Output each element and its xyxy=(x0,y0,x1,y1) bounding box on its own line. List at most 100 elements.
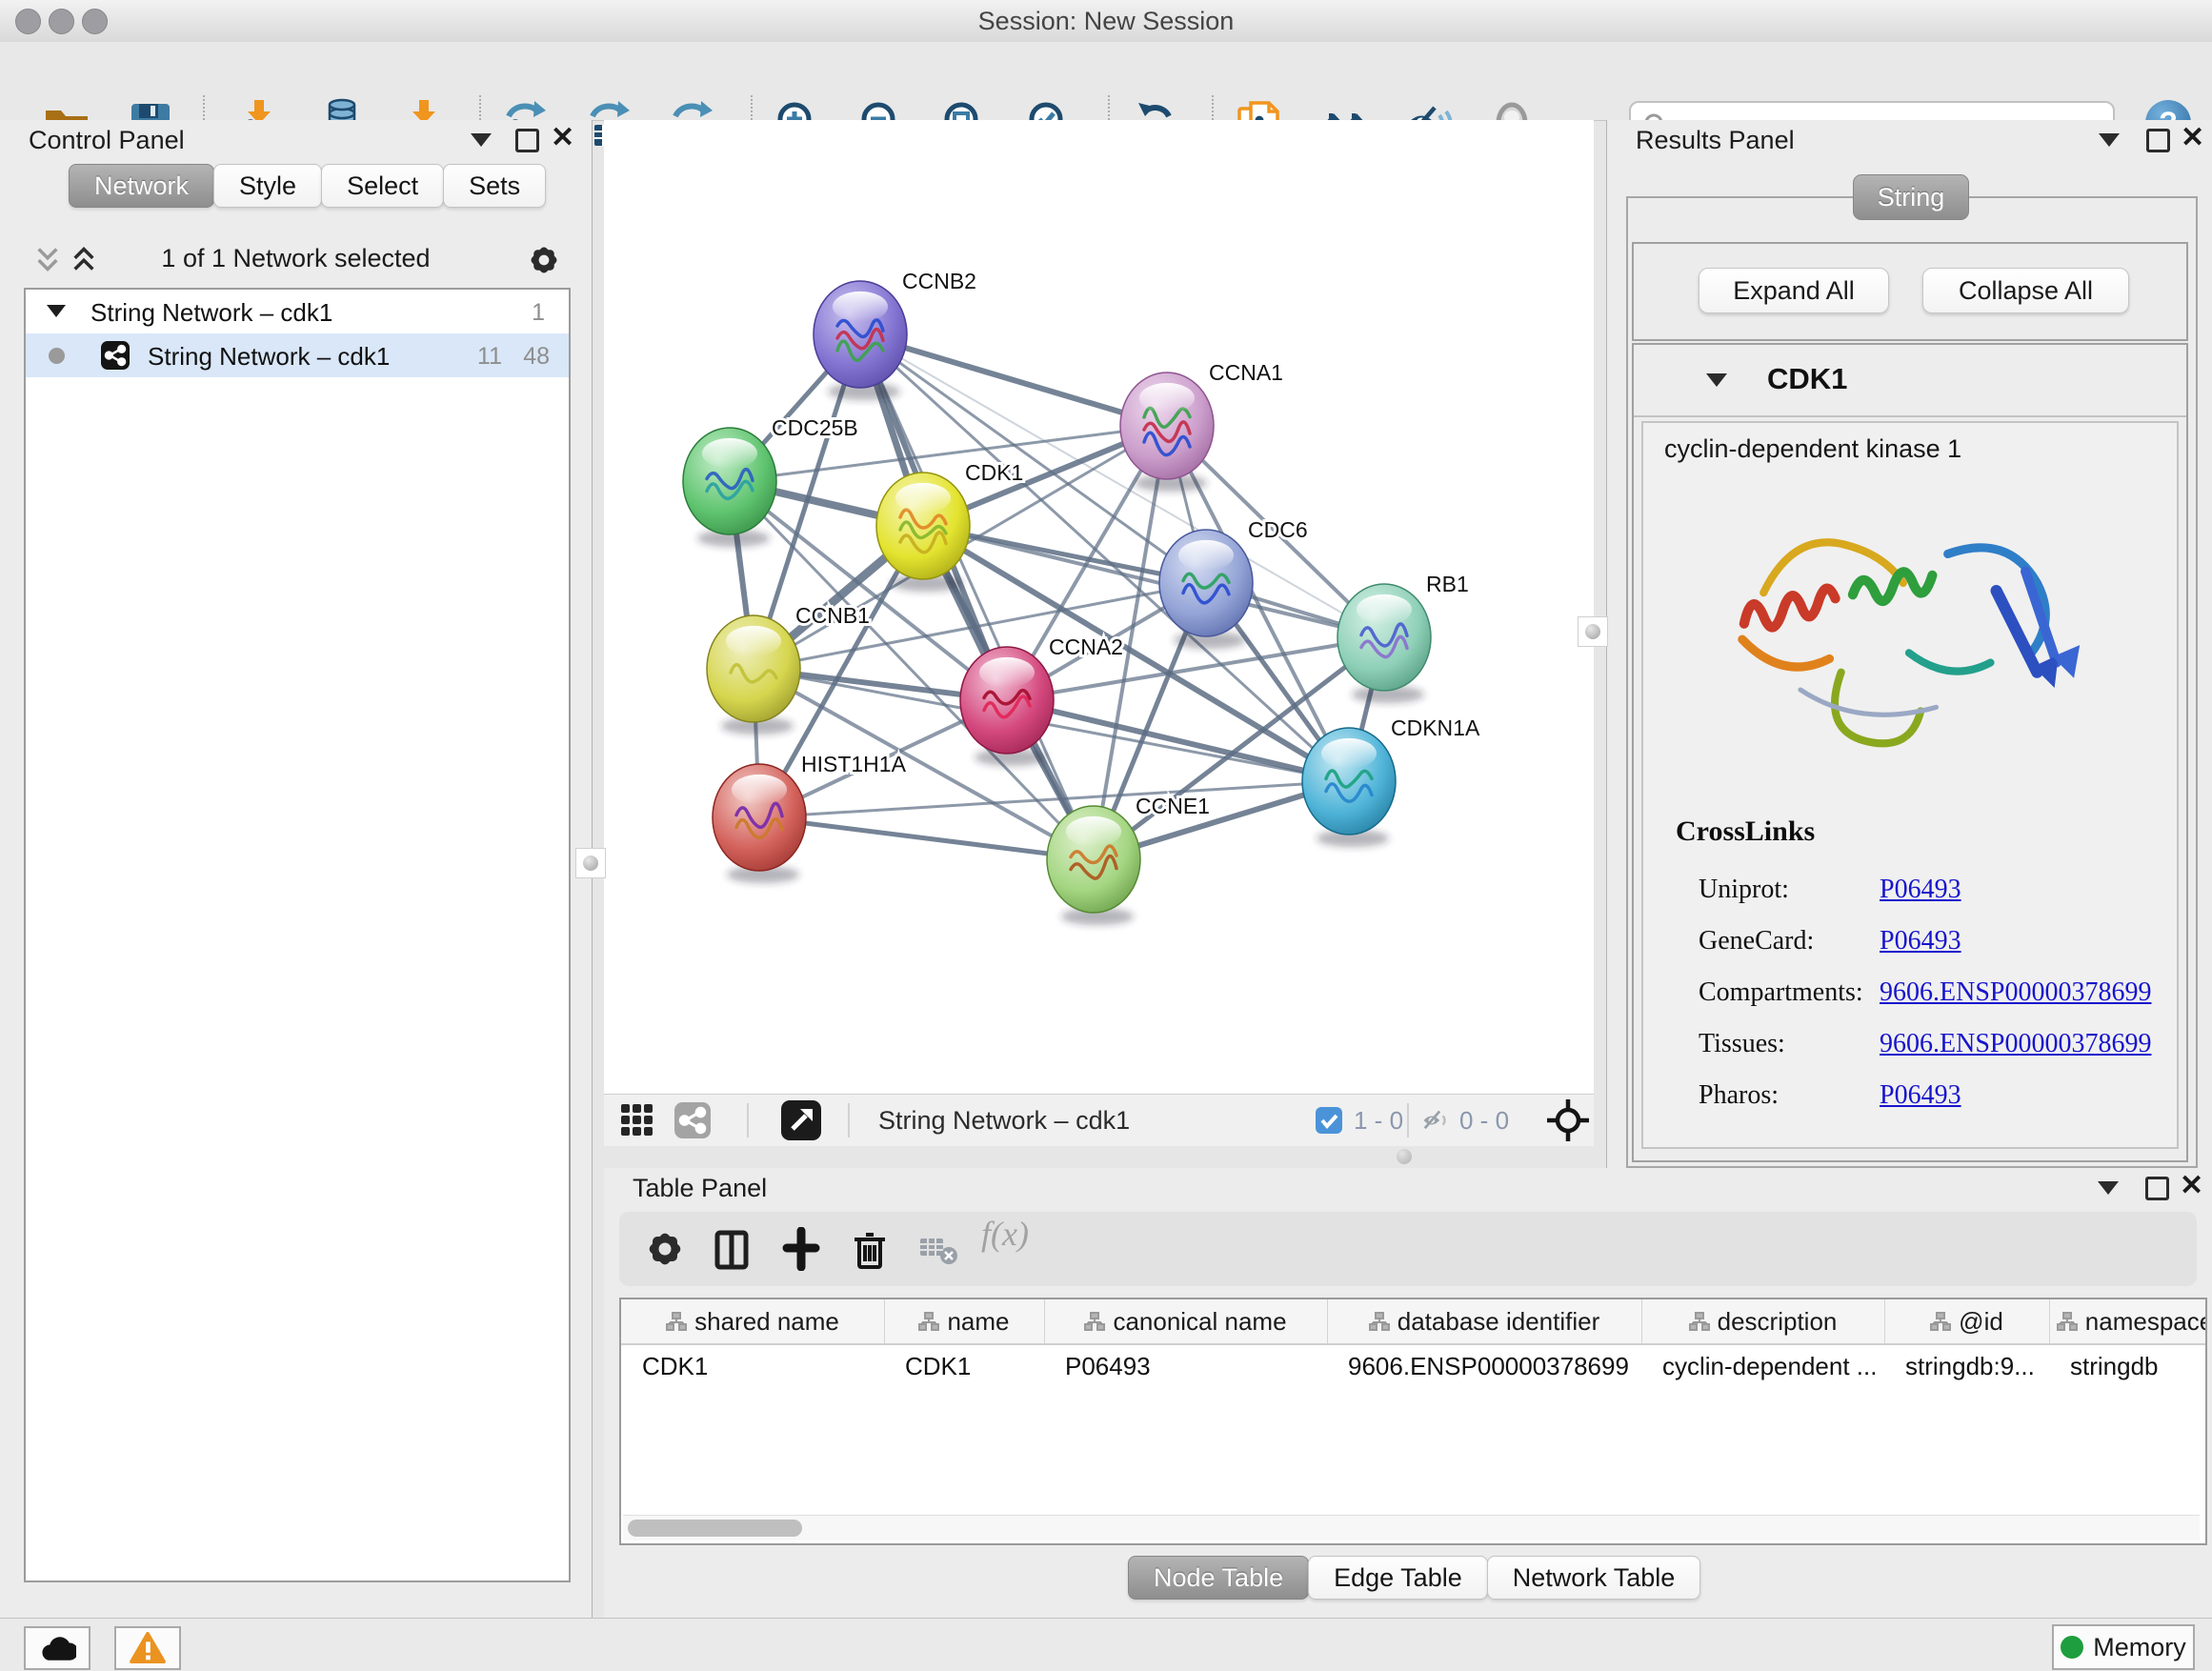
tab-network-table[interactable]: Network Table xyxy=(1487,1556,1701,1600)
table-cell[interactable]: P06493 xyxy=(1044,1345,1327,1387)
scrollbar-thumb[interactable] xyxy=(628,1520,802,1537)
results-panel-title: Results Panel xyxy=(1636,126,1795,155)
panel-collapse-icon[interactable] xyxy=(2099,133,2120,147)
string-network-icon xyxy=(101,341,130,370)
column-header-@id[interactable]: @id xyxy=(1884,1299,2050,1343)
table-gear-icon[interactable] xyxy=(643,1227,687,1271)
collection-name: String Network – cdk1 xyxy=(90,298,332,328)
node-label[interactable]: CCNB1 xyxy=(795,603,870,628)
panel-float-icon[interactable] xyxy=(2146,129,2170,152)
memory-button[interactable]: Memory xyxy=(2052,1624,2195,1670)
crosslink-link[interactable]: 9606.ENSP00000378699 xyxy=(1880,1029,2151,1059)
crosshair-icon[interactable] xyxy=(1545,1097,1591,1143)
column-header-canonical-name[interactable]: canonical name xyxy=(1044,1299,1328,1343)
column-header-database-identifier[interactable]: database identifier xyxy=(1327,1299,1642,1343)
delete-table-icon xyxy=(916,1227,960,1271)
column-header-description[interactable]: description xyxy=(1641,1299,1885,1343)
crosslink-link[interactable]: 9606.ENSP00000378699 xyxy=(1880,977,2151,1008)
current-network-name: String Network – cdk1 xyxy=(878,1095,1130,1146)
card-collapse-icon[interactable] xyxy=(1706,373,1727,387)
delete-column-icon[interactable] xyxy=(848,1227,892,1271)
crosslink-label: Compartments: xyxy=(1699,977,1863,1008)
horizontal-scrollbar[interactable] xyxy=(623,1515,2200,1540)
add-column-icon[interactable] xyxy=(779,1227,823,1271)
panel-collapse-icon[interactable] xyxy=(471,133,492,147)
column-header-namespace[interactable]: namespace xyxy=(2049,1299,2207,1343)
table-data-row[interactable]: CDK1CDK1P064939606.ENSP00000378699cyclin… xyxy=(621,1345,2207,1387)
network-view-toolbar: String Network – cdk1 1 - 0 0 - 0 xyxy=(604,1094,1594,1146)
table-cell[interactable]: stringdb xyxy=(2049,1345,2207,1387)
share-view-icon[interactable] xyxy=(674,1102,711,1138)
collapse-all-button[interactable]: Collapse All xyxy=(1922,268,2129,313)
selected-checkbox-icon[interactable] xyxy=(1316,1107,1342,1134)
panel-collapse-icon[interactable] xyxy=(2098,1181,2119,1195)
panel-close-icon[interactable]: ✕ xyxy=(2180,1174,2203,1198)
panel-float-icon[interactable] xyxy=(515,129,539,152)
crosslink-row: Uniprot: P06493 xyxy=(1699,867,2156,918)
tab-node-table[interactable]: Node Table xyxy=(1128,1556,1309,1600)
tab-network[interactable]: Network xyxy=(69,164,214,208)
results-panel: Results Panel ✕ String Expand All Collap… xyxy=(1606,120,2212,1168)
crosslink-label: GeneCard: xyxy=(1699,926,1814,956)
cloud-icon xyxy=(38,1634,76,1662)
column-header-name[interactable]: name xyxy=(884,1299,1045,1343)
birdseye-view-icon[interactable] xyxy=(781,1100,821,1140)
node-label[interactable]: CDK1 xyxy=(965,460,1023,485)
node-label[interactable]: CDC25B xyxy=(772,415,858,440)
node-label[interactable]: CDKN1A xyxy=(1391,715,1480,740)
control-panel: Control Panel ✕ NetworkStyleSelectSets 1… xyxy=(0,120,593,1618)
table-cell[interactable]: CDK1 xyxy=(884,1345,1044,1387)
node-label[interactable]: CCNE1 xyxy=(1136,794,1210,818)
edge-count: 48 xyxy=(523,343,550,371)
string-network-graph[interactable]: CCNB2 CCNA1 CDC25B CDK1 CDC6 RB1 CCNB1 CCNA2 CDK… xyxy=(604,120,1594,1094)
protein-card-content: cyclin-dependent kinase 1 xyxy=(1641,421,2179,1149)
protein-card-header[interactable]: CDK1 xyxy=(1634,345,2186,417)
node-label[interactable]: RB1 xyxy=(1426,572,1469,596)
splitter-handle[interactable] xyxy=(1578,616,1608,647)
crosslinks-rows: Uniprot: P06493 GeneCard: P06493 Compartment… xyxy=(1699,867,2156,1124)
warning-button[interactable] xyxy=(114,1626,181,1670)
splitter-handle[interactable] xyxy=(1397,1149,1412,1164)
cloud-button[interactable] xyxy=(24,1626,90,1670)
network-collection-row[interactable]: String Network – cdk1 1 xyxy=(26,290,569,333)
title-bar: Session: New Session xyxy=(0,0,2212,43)
control-panel-tabs: NetworkStyleSelectSets xyxy=(70,164,546,208)
node-label[interactable]: CDC6 xyxy=(1248,517,1308,542)
string-results-tab[interactable]: String xyxy=(1853,174,1969,220)
expand-all-button[interactable]: Expand All xyxy=(1699,268,1889,313)
tree-expand-icon[interactable] xyxy=(47,305,66,317)
show-columns-icon[interactable] xyxy=(710,1227,754,1271)
tab-edge-table[interactable]: Edge Table xyxy=(1308,1556,1488,1600)
tab-select[interactable]: Select xyxy=(321,164,444,208)
table-cell[interactable]: 9606.ENSP00000378699 xyxy=(1327,1345,1641,1387)
panel-float-icon[interactable] xyxy=(2145,1177,2169,1200)
node-label[interactable]: CCNB2 xyxy=(902,269,976,293)
column-header-shared-name[interactable]: shared name xyxy=(621,1299,885,1343)
crosslink-link[interactable]: P06493 xyxy=(1880,875,1961,905)
crosslink-link[interactable]: P06493 xyxy=(1880,1080,1961,1111)
tab-style[interactable]: Style xyxy=(213,164,322,208)
crosslinks-heading: CrossLinks xyxy=(1676,815,1815,848)
node-label[interactable]: CCNA1 xyxy=(1209,360,1283,385)
network-selection-status: 1 of 1 Network selected xyxy=(0,244,592,273)
crosslink-row: Tissues:9606.ENSP00000378699 xyxy=(1699,1021,2156,1073)
table-cell[interactable]: stringdb:9... xyxy=(1884,1345,2049,1387)
network-options-gear-icon[interactable] xyxy=(526,242,562,278)
panel-close-icon[interactable]: ✕ xyxy=(2181,126,2204,151)
splitter-handle[interactable] xyxy=(575,848,606,878)
hidden-counts: 0 - 0 xyxy=(1459,1095,1509,1146)
table-cell[interactable]: cyclin-dependent ... xyxy=(1641,1345,1884,1387)
table-cell[interactable]: CDK1 xyxy=(621,1345,884,1387)
tab-sets[interactable]: Sets xyxy=(443,164,546,208)
protein-description: cyclin-dependent kinase 1 xyxy=(1664,434,1961,464)
toolbar-separator xyxy=(747,1103,749,1137)
node-label[interactable]: HIST1H1A xyxy=(801,752,907,776)
crosslink-link[interactable]: P06493 xyxy=(1880,926,1961,956)
crosslink-label: Uniprot: xyxy=(1699,875,1789,905)
network-row-selected[interactable]: String Network – cdk1 11 48 xyxy=(26,333,569,377)
panel-close-icon[interactable]: ✕ xyxy=(551,126,574,151)
grid-view-icon[interactable] xyxy=(619,1102,655,1138)
network-view-canvas[interactable]: CCNB2 CCNA1 CDC25B CDK1 CDC6 RB1 CCNB1 CCNA2 CDK… xyxy=(604,120,1594,1094)
node-label[interactable]: CCNA2 xyxy=(1049,634,1123,659)
node-table[interactable]: shared namenamecanonical namedatabase id… xyxy=(619,1298,2207,1545)
